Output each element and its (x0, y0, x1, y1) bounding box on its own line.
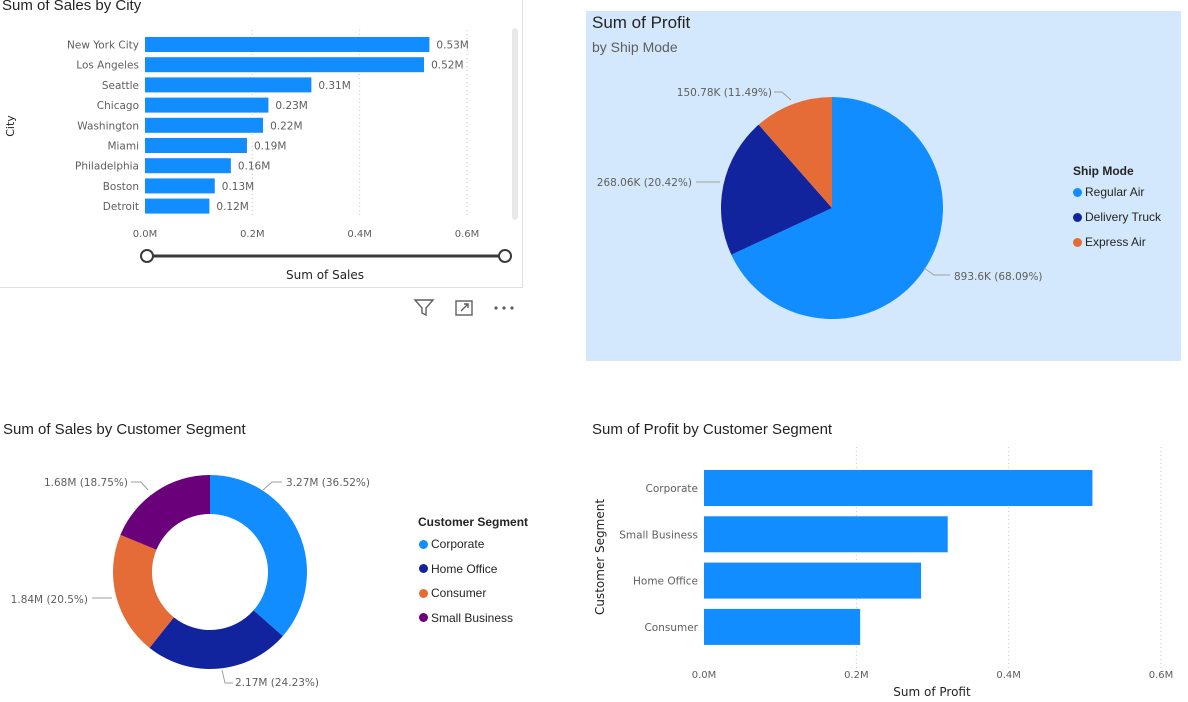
x-tick-label: 0.6M (1149, 670, 1174, 681)
leader-line (774, 91, 792, 101)
x-tick-label: 0.2M (844, 670, 869, 681)
legend-label: Consumer (431, 586, 487, 600)
legend-label: Regular Air (1085, 185, 1145, 199)
category-label: Miami (107, 141, 139, 153)
profit-by-segment-visual[interactable]: Sum of Profit by Customer Segment Custom… (586, 415, 1186, 702)
focus-mode-icon[interactable] (451, 297, 477, 319)
bar[interactable] (704, 608, 861, 645)
category-label: Detroit (103, 201, 139, 213)
more-options-icon[interactable] (491, 297, 517, 319)
data-label: 3.27M (36.52%) (286, 477, 370, 489)
legend-marker (1073, 187, 1082, 197)
pie-slice[interactable] (210, 475, 307, 637)
legend-item[interactable]: Consumer (419, 586, 486, 600)
data-label: 1.84M (20.5%) (11, 594, 88, 606)
x-axis-title: Sum of Sales (286, 268, 364, 282)
category-label: Los Angeles (76, 60, 139, 72)
legend-title: Ship Mode (1073, 164, 1134, 178)
bar[interactable] (704, 470, 1093, 506)
bar[interactable] (145, 37, 430, 52)
profit-by-shipmode-visual[interactable]: Sum of Profit by Ship Mode 893.6K (68.09… (586, 11, 1181, 361)
data-label: 2.17M (24.23%) (235, 677, 319, 689)
x-tick-label: 0.2M (240, 229, 265, 240)
category-label: Consumer (644, 622, 698, 634)
legend-title: Customer Segment (418, 515, 529, 529)
legend-label: Small Business (431, 610, 514, 625)
legend-marker (1073, 237, 1082, 247)
data-label: 893.6K (68.09%) (954, 271, 1043, 283)
vertical-scrollbar[interactable] (512, 28, 518, 220)
x-tick-label: 0.0M (133, 229, 158, 240)
data-label: 0.19M (254, 141, 286, 153)
legend-marker (419, 539, 428, 549)
x-tick-label: 0.6M (455, 229, 480, 240)
data-label: 0.16M (238, 161, 270, 173)
legend-label: Corporate (431, 537, 485, 551)
category-label: New York City (67, 40, 139, 52)
bar[interactable] (145, 158, 231, 174)
bar[interactable] (704, 516, 948, 553)
leader-line (923, 267, 950, 276)
leader-line (262, 481, 282, 491)
sales-by-segment-chart: 3.27M (36.52%) 2.17M (24.23%) 1.84M (20.5%… (11, 475, 370, 689)
legend-marker (419, 588, 428, 598)
legend-label: Express Air (1085, 235, 1146, 249)
x-axis-title: Sum of Profit (893, 685, 971, 699)
zoom-slider-start-handle[interactable] (140, 249, 154, 263)
legend-label: Delivery Truck (1085, 210, 1162, 224)
filter-icon[interactable] (411, 297, 437, 319)
bar[interactable] (704, 562, 922, 599)
legend-item[interactable]: Delivery Truck (1073, 210, 1161, 224)
legend-item[interactable]: Express Air (1073, 235, 1146, 249)
bar[interactable] (145, 77, 312, 93)
x-tick-label: 0.4M (996, 670, 1021, 681)
bar[interactable] (145, 178, 215, 194)
sales-by-segment-visual[interactable]: Sum of Sales by Customer Segment 3.27M (… (0, 415, 570, 702)
y-axis-title: City (4, 115, 17, 137)
legend-marker (1073, 212, 1082, 222)
profit-by-segment-chart: Customer Segment Sum of Profit 0.0M 0.2M 0… (593, 447, 1174, 699)
data-label: 0.23M (275, 100, 307, 112)
sales-by-city-visual[interactable]: Sum of Sales by City City Sum of Sales 0… (0, 0, 523, 288)
category-label: Boston (103, 181, 139, 193)
data-label: 0.52M (431, 60, 463, 72)
category-label: Seattle (102, 80, 139, 92)
y-axis-title: Customer Segment (593, 499, 607, 615)
x-tick-label: 0.0M (692, 670, 717, 681)
leader-line (131, 481, 149, 491)
category-label: Small Business (619, 529, 698, 541)
legend-marker (419, 564, 428, 573)
data-label: 0.22M (270, 120, 302, 132)
data-label: 1.68M (18.75%) (44, 477, 128, 489)
zoom-slider-end-handle[interactable] (498, 249, 512, 263)
legend-label: Home Office (431, 561, 498, 576)
category-label: Washington (77, 120, 139, 132)
legend-item[interactable]: Corporate (419, 537, 484, 551)
sales-by-city-chart: City Sum of Sales 0.0M 0.2M 0.4M 0.6M New Y… (4, 28, 518, 282)
bar[interactable] (145, 138, 247, 153)
x-tick-label: 0.4M (347, 229, 372, 240)
leader-line (221, 669, 233, 684)
bar[interactable] (145, 117, 264, 133)
data-label: 0.13M (222, 181, 254, 193)
legend-item[interactable]: Home Office (419, 562, 497, 576)
data-label: 0.53M (436, 40, 468, 52)
data-label: 150.78K (11.49%) (677, 87, 772, 99)
category-label: Corporate (646, 483, 699, 495)
bar[interactable] (145, 198, 210, 214)
bar[interactable] (145, 97, 269, 113)
bar[interactable] (145, 57, 425, 73)
data-label: 268.06K (20.42%) (597, 177, 692, 189)
legend-marker (419, 613, 428, 622)
category-label: Chicago (97, 100, 139, 112)
category-label: Home Office (633, 576, 698, 588)
legend-item[interactable]: Regular Air (1073, 185, 1144, 199)
legend-item[interactable]: Small Business (419, 611, 513, 625)
data-label: 0.31M (318, 80, 350, 92)
pie-slice[interactable] (120, 475, 210, 550)
category-label: Philadelphia (75, 161, 139, 173)
data-label: 0.12M (216, 201, 248, 213)
